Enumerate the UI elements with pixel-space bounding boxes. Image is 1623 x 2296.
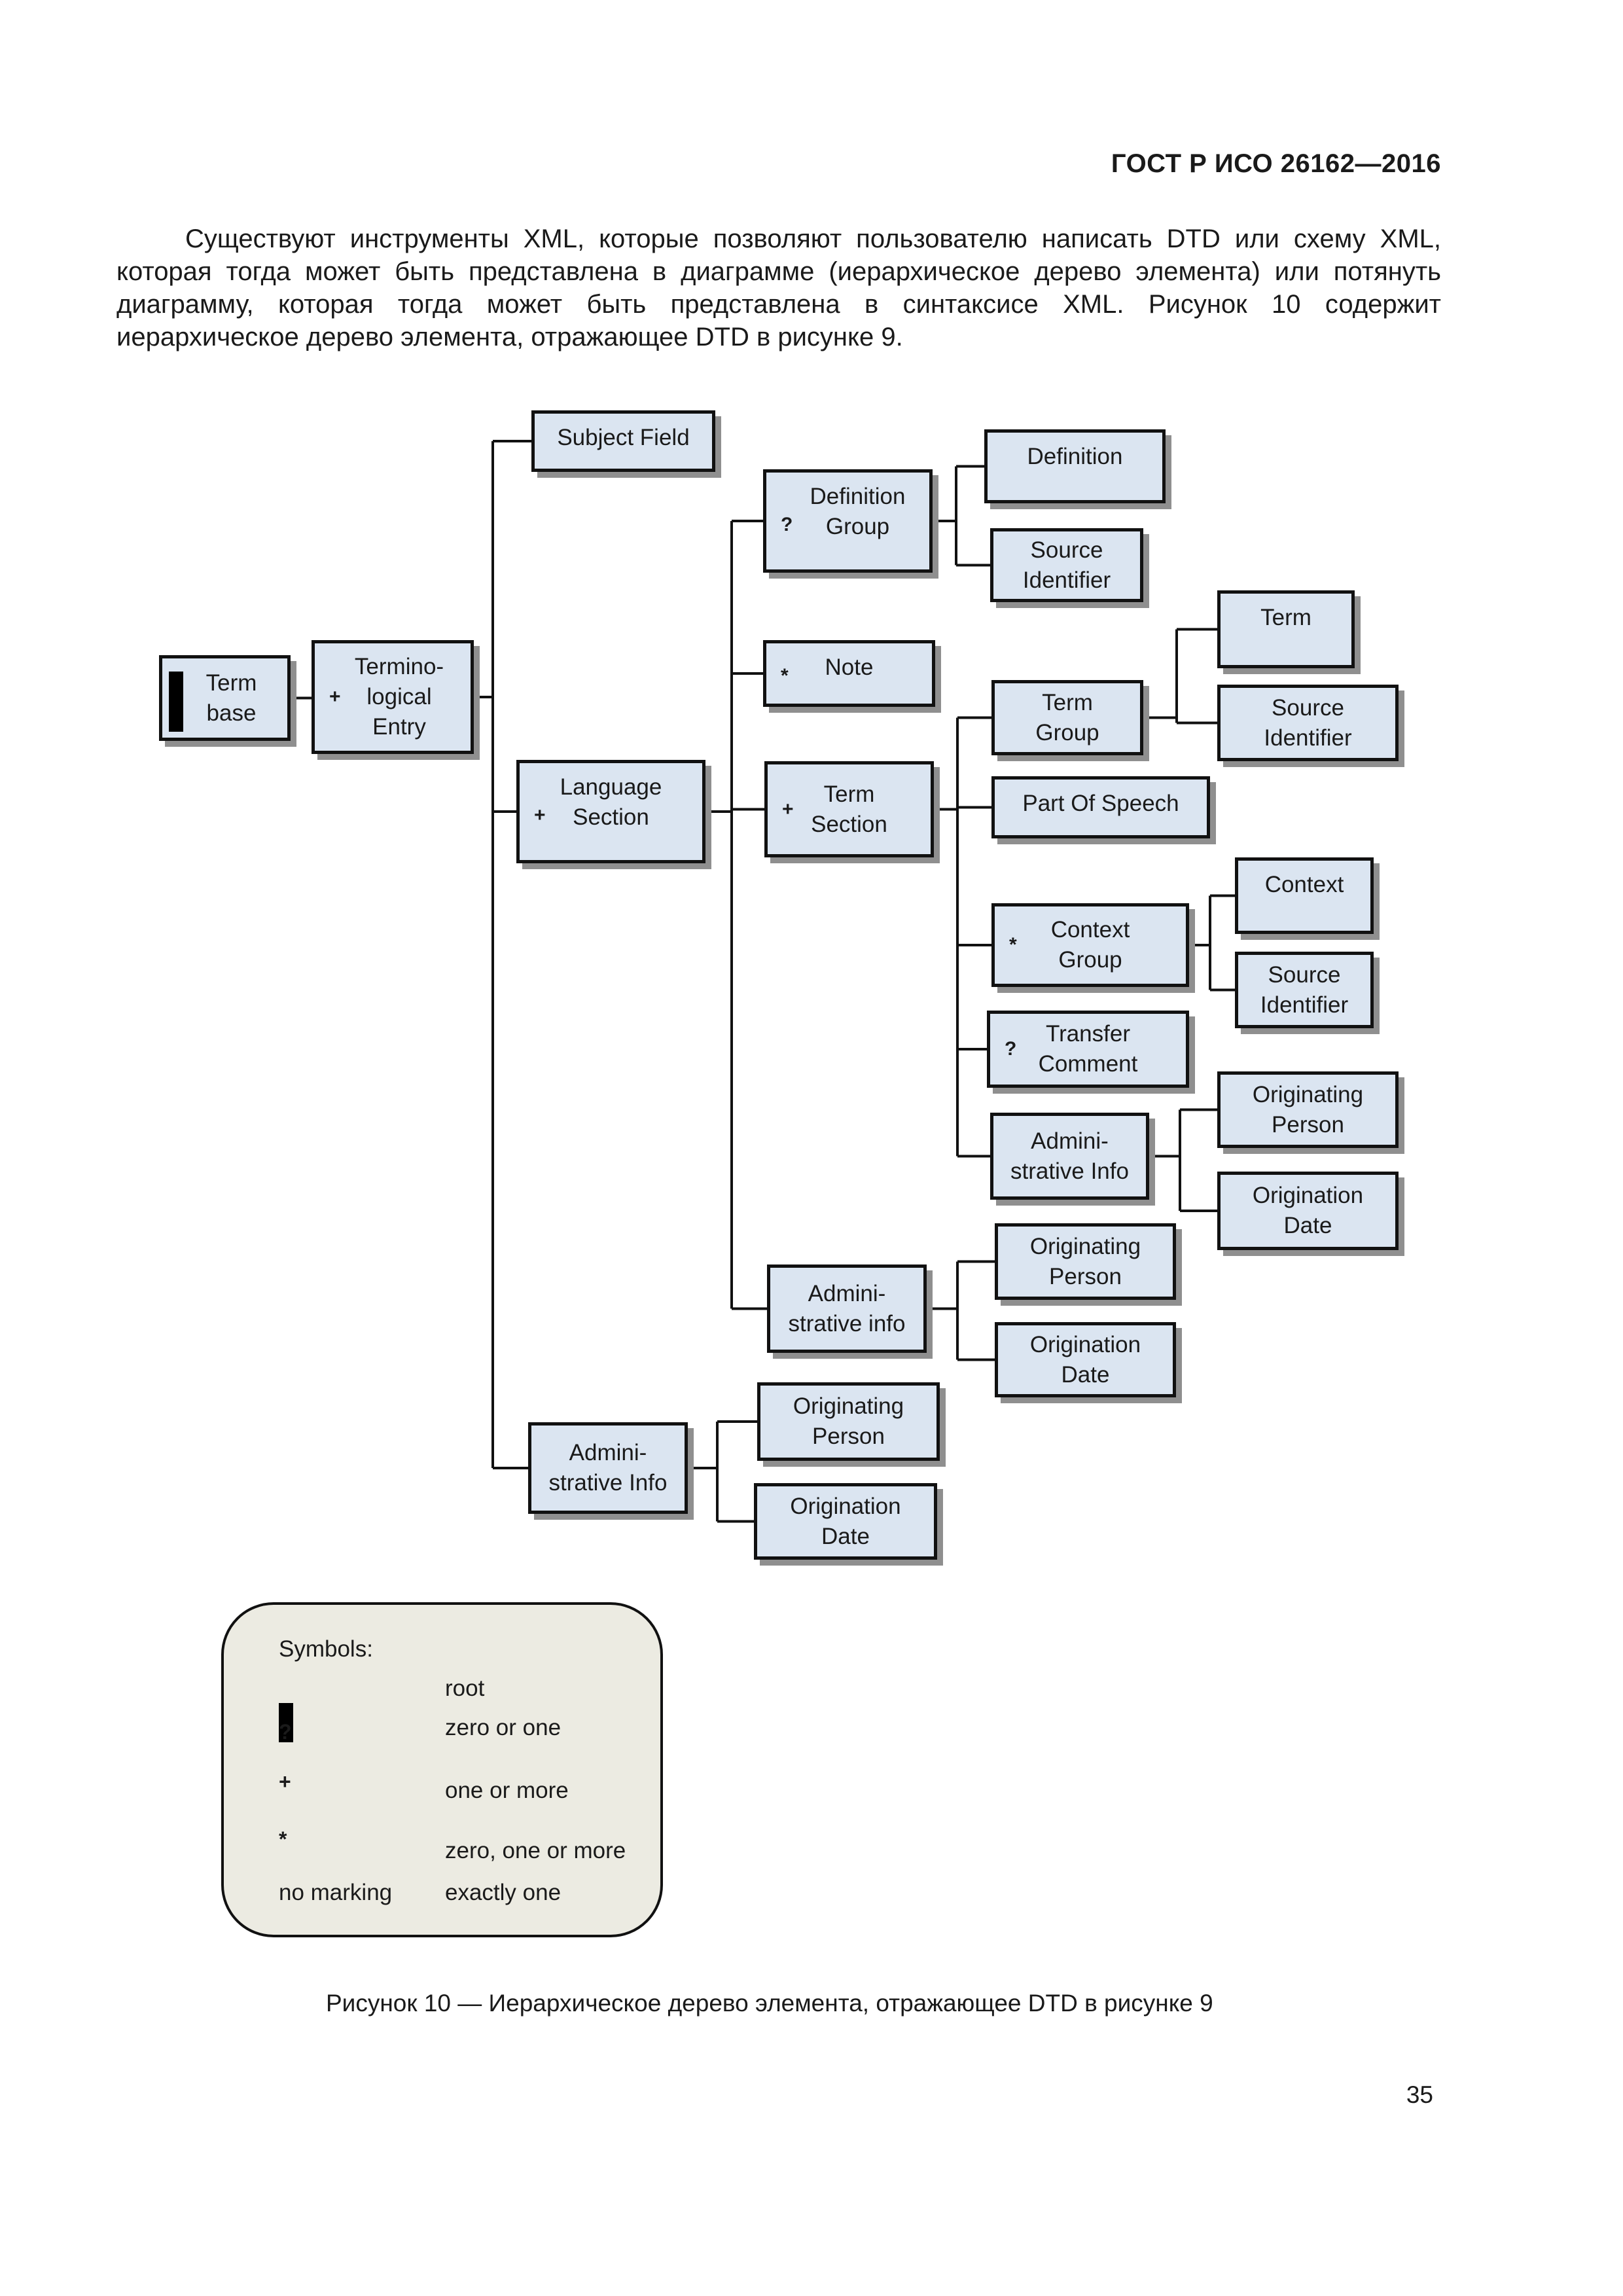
node-label: Definition Group <box>810 484 906 539</box>
page-number: 35 <box>1406 2081 1433 2108</box>
document-header: ГОСТ Р ИСО 26162—2016 <box>1111 149 1441 178</box>
node-definition-group: ? Definition Group <box>763 469 933 573</box>
node-transfer-comment: ? Transfer Comment <box>987 1011 1189 1088</box>
node-originating-person-term: Originating Person <box>1217 1071 1399 1148</box>
one-or-more-marker: + <box>329 686 341 708</box>
legend-zero-or-one-symbol: ? <box>279 1720 292 1744</box>
node-definition: Definition <box>984 429 1166 503</box>
node-label: Term <box>1260 605 1311 630</box>
node-label: Source Identifier <box>1022 537 1111 593</box>
node-administrative-info-entry: Admini- strative Info <box>528 1422 688 1514</box>
figure-caption: Рисунок 10 — Иерархическое дерево элемен… <box>326 1990 1213 2017</box>
node-administrative-info-language: Admini- strative info <box>767 1265 927 1353</box>
legend-zero-one-or-more-symbol: * <box>279 1827 287 1851</box>
node-label: Originating Person <box>1252 1081 1364 1138</box>
node-context: Context <box>1235 857 1374 934</box>
node-label: Part Of Speech <box>1022 791 1179 816</box>
node-administrative-info-term: Admini- strative Info <box>990 1113 1149 1200</box>
node-label: Context Group <box>1050 917 1130 973</box>
node-term-group: Term Group <box>991 680 1143 755</box>
legend-zero-or-one-description: zero or one <box>445 1715 562 1740</box>
node-label: Originating Person <box>793 1393 904 1449</box>
node-label: Note <box>825 655 874 680</box>
node-part-of-speech: Part Of Speech <box>991 776 1210 838</box>
symbols-legend: Symbols: root ? zero or one + one or mor… <box>221 1602 663 1937</box>
root-marker-icon <box>169 672 183 732</box>
node-terminological-entry: + Termino- logical Entry <box>312 640 474 754</box>
node-label: Term Group <box>1035 689 1099 745</box>
node-origination-date-language: Origination Date <box>995 1322 1176 1397</box>
legend-no-marking-symbol: no marking <box>279 1880 393 1905</box>
node-label: Originating Person <box>1029 1233 1141 1289</box>
node-label: Term Section <box>811 781 887 837</box>
node-source-identifier-term: Source Identifier <box>1217 685 1399 761</box>
node-source-identifier-context: Source Identifier <box>1235 952 1374 1028</box>
legend-zero-one-or-more-description: zero, one or more <box>445 1838 626 1863</box>
legend-root-description: root <box>445 1676 485 1701</box>
node-label: Context <box>1264 872 1344 897</box>
node-label: Source Identifier <box>1264 694 1352 751</box>
one-or-more-marker: + <box>534 804 546 826</box>
node-context-group: * Context Group <box>991 903 1189 987</box>
node-originating-person-entry: Originating Person <box>757 1382 940 1461</box>
node-label: Definition <box>1027 444 1123 469</box>
one-or-more-marker: + <box>782 798 794 820</box>
node-label: Origination Date <box>790 1493 901 1549</box>
node-label: Admini- strative Info <box>1010 1128 1129 1184</box>
zero-one-or-more-marker: * <box>1009 934 1017 956</box>
node-label: Termino- logical Entry <box>354 654 444 740</box>
node-label: Subject Field <box>557 425 690 450</box>
intro-paragraph: Существуют инструменты XML, которые позв… <box>116 224 1441 351</box>
node-label: Origination Date <box>1252 1183 1364 1238</box>
node-term-section: + Term Section <box>764 761 934 857</box>
legend-one-or-more-description: one or more <box>445 1778 569 1803</box>
zero-one-or-more-marker: * <box>781 665 789 687</box>
zero-or-one-marker: ? <box>1005 1038 1017 1060</box>
legend-one-or-more-symbol: + <box>279 1770 291 1793</box>
node-source-identifier-definition: Source Identifier <box>990 528 1143 602</box>
legend-exactly-one-description: exactly one <box>445 1880 562 1905</box>
node-label: Source Identifier <box>1260 961 1349 1018</box>
node-note: * Note <box>763 640 935 707</box>
node-originating-person-language: Originating Person <box>995 1223 1176 1300</box>
zero-or-one-marker: ? <box>781 514 793 535</box>
node-label: Admini- strative info <box>788 1280 906 1336</box>
node-term-base: Term base <box>159 655 291 741</box>
node-label: Term base <box>205 670 257 726</box>
node-origination-date-term: Origination Date <box>1217 1172 1399 1250</box>
node-term: Term <box>1217 590 1355 668</box>
node-label: Origination Date <box>1029 1331 1141 1388</box>
node-language-section: + Language Section <box>516 760 705 863</box>
legend-title: Symbols: <box>279 1636 373 1662</box>
node-label: Transfer Comment <box>1038 1021 1138 1077</box>
node-subject-field: Subject Field <box>531 410 715 472</box>
node-origination-date-entry: Origination Date <box>754 1483 937 1560</box>
node-label: Admini- strative Info <box>548 1440 668 1496</box>
node-label: Language Section <box>560 774 662 830</box>
